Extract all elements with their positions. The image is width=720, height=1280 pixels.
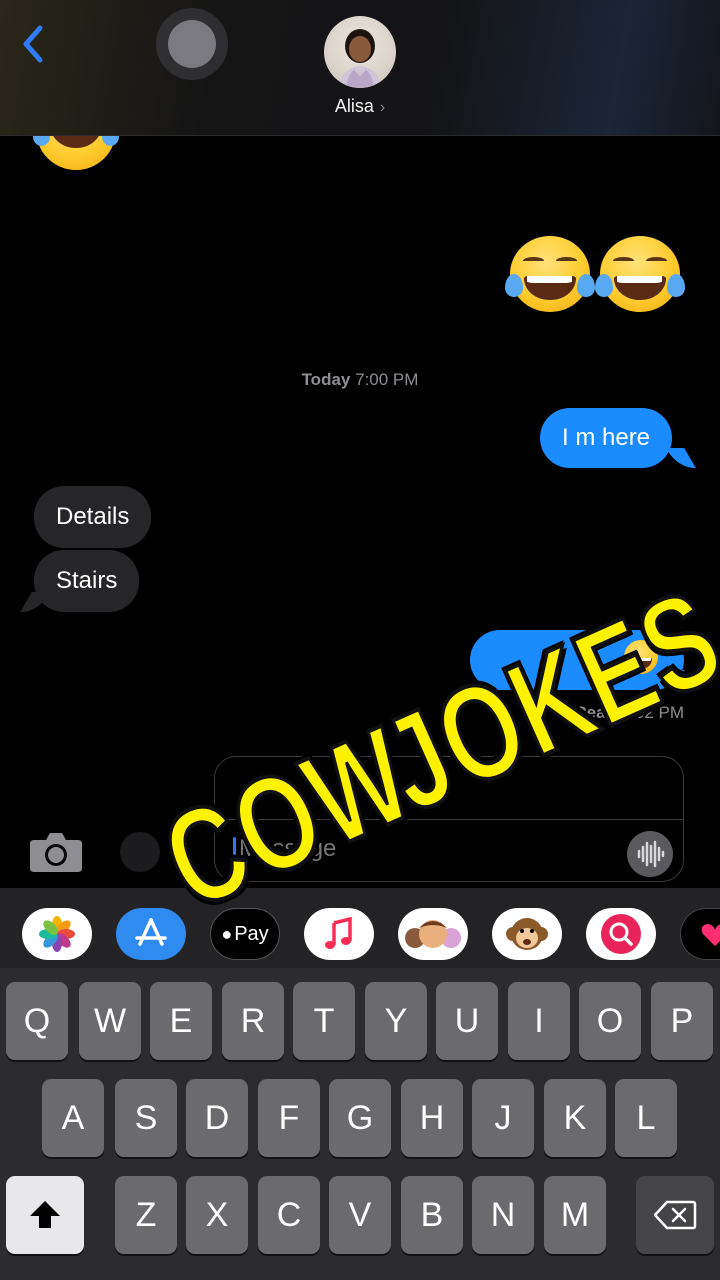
conversation-header: Alisa › [0,0,720,136]
monkey-icon [506,918,548,950]
camera-icon [30,833,82,872]
heart-icon [701,924,720,946]
web-search-app-icon[interactable] [586,908,656,960]
key-h[interactable]: H [401,1079,463,1157]
bubble-tail [666,448,696,468]
sent-message-bubble[interactable]: I m here [540,408,673,468]
key-r[interactable]: R [222,982,284,1060]
key-c[interactable]: C [258,1176,320,1254]
memoji-app-icon[interactable] [398,908,468,960]
audio-message-button[interactable] [627,831,673,877]
key-b[interactable]: B [401,1176,463,1254]
search-globe-icon [601,914,641,954]
animoji-app-icon[interactable] [492,908,562,960]
shift-arrow-icon [30,1201,60,1228]
music-note-icon [325,916,352,949]
contact-name[interactable]: Alisa › [0,96,720,117]
backspace-icon [653,1200,697,1230]
key-n[interactable]: N [472,1176,534,1254]
key-z[interactable]: Z [115,1176,177,1254]
key-x[interactable]: X [186,1176,248,1254]
key-t[interactable]: T [293,982,355,1060]
key-f[interactable]: F [258,1079,320,1157]
photos-app-icon[interactable] [22,908,92,960]
laughing-emoji-icon [595,236,685,312]
contact-photo [338,29,382,88]
message-text: I m here [562,424,651,451]
key-q[interactable]: Q [6,982,68,1060]
photos-icon [39,916,75,952]
message-timestamp: Today 7:00 PM [0,370,720,390]
timestamp-day: Today [301,370,351,389]
chevron-left-icon [23,25,43,63]
key-v[interactable]: V [329,1176,391,1254]
key-i[interactable]: I [508,982,570,1060]
timestamp-time: 7:00 PM [355,370,419,389]
key-g[interactable]: G [329,1079,391,1157]
laughing-emoji-icon [505,236,595,312]
key-p[interactable]: P [651,982,713,1060]
key-e[interactable]: E [150,982,212,1060]
memoji-icon [405,920,461,948]
contact-name-label: Alisa [334,96,374,116]
camera-button[interactable] [28,828,84,874]
key-w[interactable]: W [79,982,141,1060]
key-d[interactable]: D [186,1079,248,1157]
received-message-bubble[interactable]: Details [34,486,152,548]
key-y[interactable]: Y [365,982,427,1060]
delete-key[interactable] [636,1176,714,1254]
chevron-right-icon: › [379,99,386,116]
key-s[interactable]: S [115,1079,177,1157]
keyboard: Q W E R T Y U I O P A S D F G H J K L Z … [0,968,720,1280]
received-message-bubble[interactable]: Stairs [34,550,140,612]
key-a[interactable]: A [42,1079,104,1157]
message-text: Stairs [56,567,118,594]
screen-record-indicator [156,8,228,80]
app-drawer: ● Pay [0,888,720,980]
back-button[interactable] [14,20,54,68]
avatar[interactable] [324,16,396,88]
key-o[interactable]: O [579,982,641,1060]
waveform-icon [637,840,665,868]
key-l[interactable]: L [615,1079,677,1157]
key-u[interactable]: U [436,982,498,1060]
key-k[interactable]: K [544,1079,606,1157]
digital-touch-app-icon[interactable] [680,908,720,960]
key-m[interactable]: M [544,1176,606,1254]
message-text: Details [56,503,130,530]
shift-key[interactable] [6,1176,84,1254]
key-j[interactable]: J [472,1079,534,1157]
